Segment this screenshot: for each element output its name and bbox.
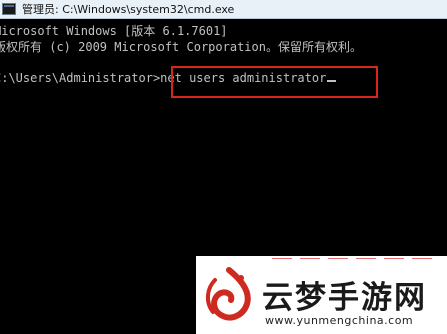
window-titlebar[interactable]: 管理员: C:\Windows\system32\cmd.exe	[0, 0, 447, 19]
watermark-divider	[412, 258, 432, 259]
watermark-divider	[300, 258, 320, 259]
console-line-copyright: 版权所有 (c) 2009 Microsoft Corporation。保留所有…	[0, 40, 362, 54]
watermark-logo-icon	[206, 267, 251, 321]
watermark-url: www.yunmengchina.com	[265, 314, 414, 327]
watermark-divider	[272, 258, 292, 259]
watermark-brand: 云梦手游网	[262, 280, 427, 316]
command-highlight-box	[171, 66, 378, 98]
watermark-divider	[356, 258, 376, 259]
cmd-icon	[2, 3, 16, 15]
watermark-divider	[328, 258, 348, 259]
console-line-version: Microsoft Windows [版本 6.1.7601]	[0, 24, 228, 38]
watermark-divider	[384, 258, 404, 259]
window-title: 管理员: C:\Windows\system32\cmd.exe	[22, 3, 235, 16]
